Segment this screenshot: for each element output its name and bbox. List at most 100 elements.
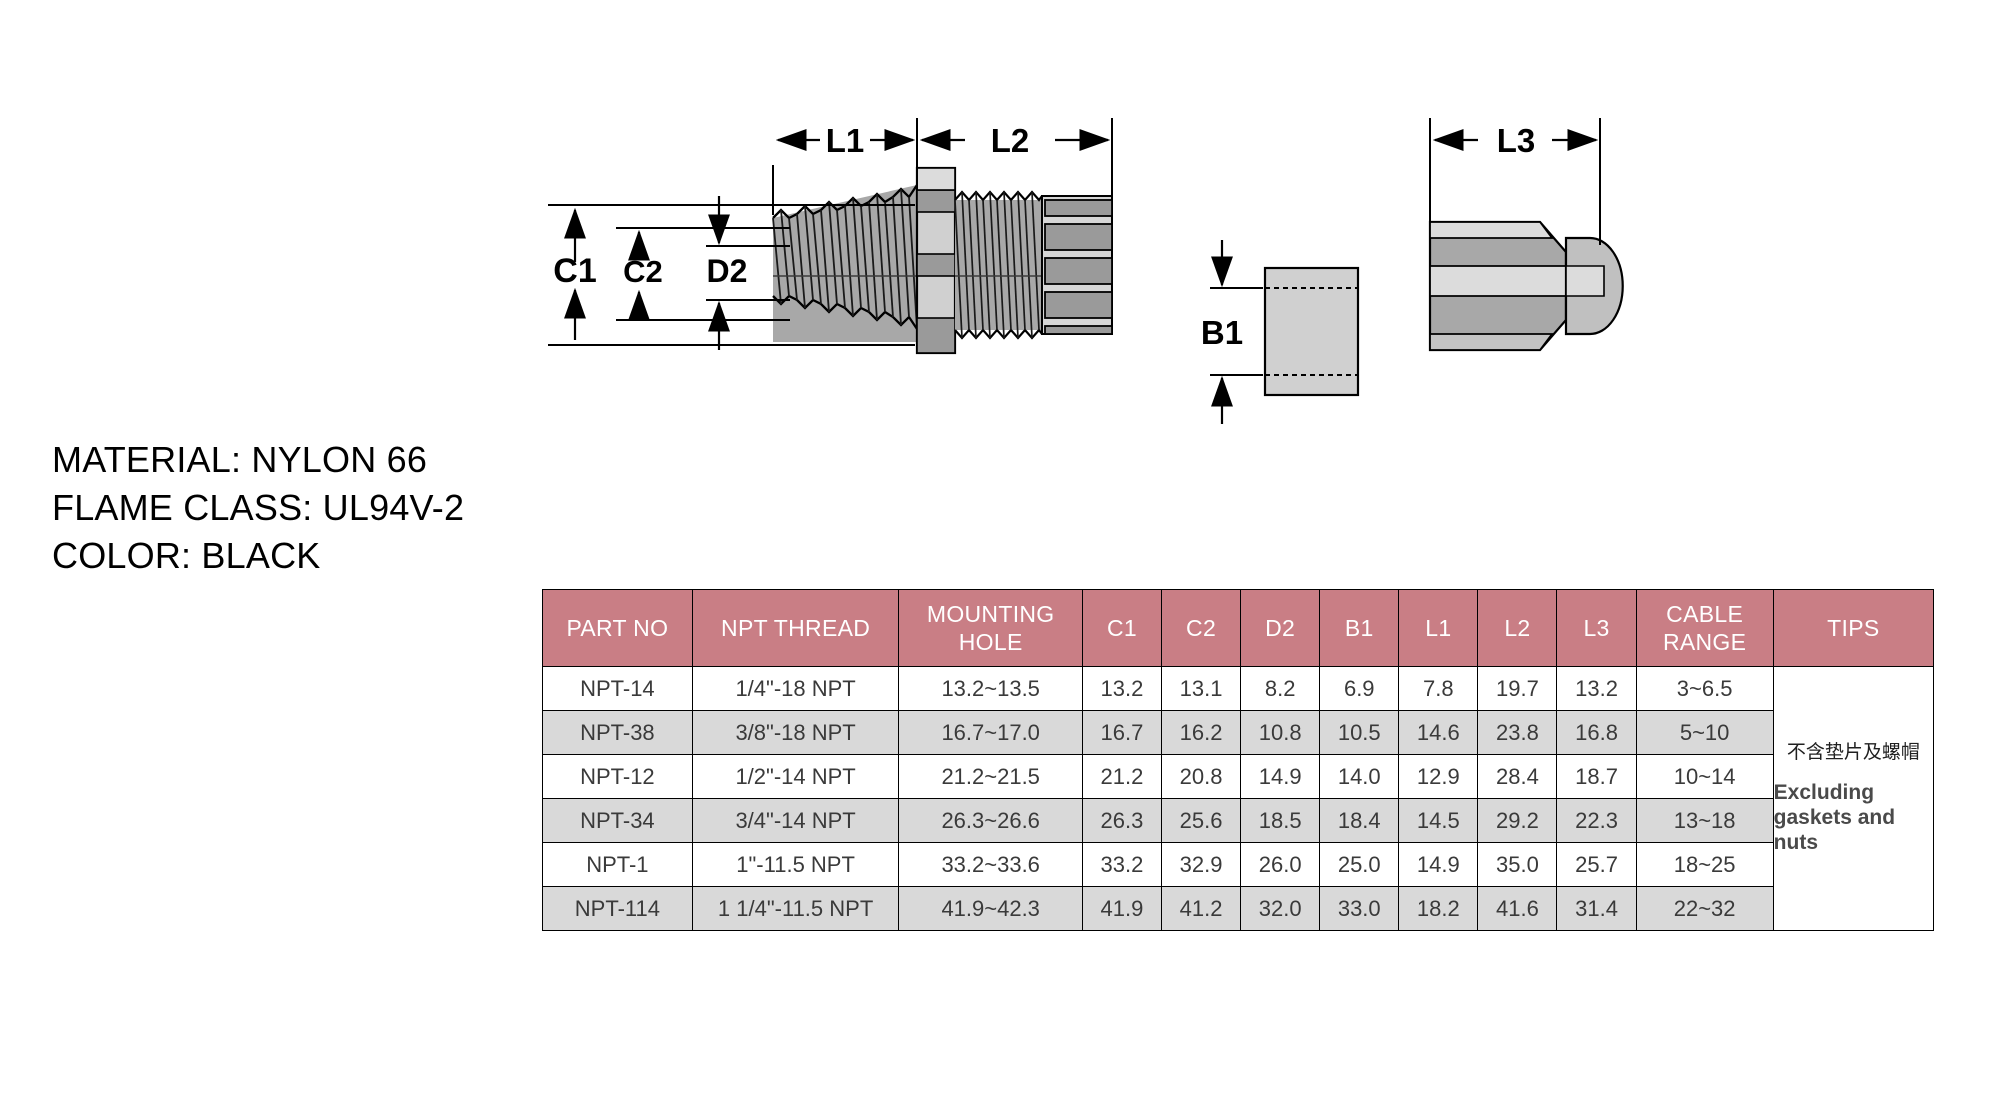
- cell-c2: 20.8: [1161, 754, 1242, 799]
- cell-cable-range: 5~10: [1635, 710, 1774, 755]
- cell-l2: 19.7: [1477, 666, 1558, 711]
- table-row: NPT-1 1"-11.5 NPT 33.2~33.6 33.2 32.9 26…: [542, 842, 1934, 887]
- cell-l3: 13.2: [1556, 666, 1637, 711]
- cell-npt-thread: 3/4"-14 NPT: [691, 798, 900, 843]
- cell-tips: 不含垫片及螺帽 Excluding gaskets and nuts: [1772, 666, 1935, 931]
- cell-c1: 13.2: [1081, 666, 1163, 711]
- cell-cable-range: 3~6.5: [1635, 666, 1774, 711]
- cell-part-no: NPT-12: [542, 754, 693, 799]
- cell-cable-range: 22~32: [1635, 886, 1774, 931]
- cell-mounting-hole: 16.7~17.0: [898, 710, 1083, 755]
- cell-c2: 32.9: [1161, 842, 1242, 887]
- cell-c2: 41.2: [1161, 886, 1242, 931]
- lock-nut: [1428, 220, 1624, 352]
- spec-line-color: COLOR: BLACK: [52, 535, 321, 576]
- cell-l3: 22.3: [1556, 798, 1637, 843]
- header-c1: C1: [1081, 589, 1163, 667]
- cell-l1: 18.2: [1398, 886, 1479, 931]
- cell-l1: 14.6: [1398, 710, 1479, 755]
- cell-cable-range: 13~18: [1635, 798, 1774, 843]
- cell-b1: 10.5: [1319, 710, 1400, 755]
- header-mounting-hole-line2: HOLE: [958, 629, 1023, 655]
- header-cable-range-line2: RANGE: [1662, 629, 1747, 655]
- cell-b1: 25.0: [1319, 842, 1400, 887]
- cell-c1: 21.2: [1081, 754, 1163, 799]
- dimension-label-b1: B1: [1201, 314, 1243, 351]
- cell-l2: 28.4: [1477, 754, 1558, 799]
- cell-c2: 13.1: [1161, 666, 1242, 711]
- gland-body-assembly: [772, 166, 1113, 355]
- header-part-no: PART NO: [542, 589, 693, 667]
- cell-b1: 18.4: [1319, 798, 1400, 843]
- cell-mounting-hole: 41.9~42.3: [898, 886, 1083, 931]
- table-row: NPT-114 1 1/4"-11.5 NPT 41.9~42.3 41.9 4…: [542, 886, 1934, 931]
- table-row: NPT-34 3/4"-14 NPT 26.3~26.6 26.3 25.6 1…: [542, 798, 1934, 843]
- spec-line-flame-class: FLAME CLASS: UL94V-2: [52, 487, 465, 528]
- cell-mounting-hole: 21.2~21.5: [898, 754, 1083, 799]
- header-l1: L1: [1398, 589, 1479, 667]
- dimension-label-l1: L1: [826, 122, 865, 159]
- cell-b1: 6.9: [1319, 666, 1400, 711]
- header-cable-range: CABLE RANGE: [1635, 589, 1774, 667]
- header-mounting-hole: MOUNTING HOLE: [898, 589, 1083, 667]
- cell-part-no: NPT-1: [542, 842, 693, 887]
- tips-chinese-text: 不含垫片及螺帽: [1786, 741, 1920, 764]
- cell-l2: 41.6: [1477, 886, 1558, 931]
- cell-l1: 14.9: [1398, 842, 1479, 887]
- header-b1: B1: [1319, 589, 1400, 667]
- cell-npt-thread: 3/8"-18 NPT: [691, 710, 900, 755]
- cell-b1: 33.0: [1319, 886, 1400, 931]
- tips-english-text: Excluding gaskets and nuts: [1773, 781, 1896, 854]
- cell-cable-range: 18~25: [1635, 842, 1774, 887]
- npt-thread-section: [772, 184, 918, 342]
- header-c2: C2: [1161, 589, 1242, 667]
- cell-c1: 26.3: [1081, 798, 1163, 843]
- dimension-label-d2: D2: [707, 253, 748, 289]
- cell-npt-thread: 1/4"-18 NPT: [691, 666, 900, 711]
- dimension-label-l3: L3: [1497, 122, 1536, 159]
- specification-table: PART NO NPT THREAD MOUNTING HOLE C1 C2 D…: [542, 589, 1935, 931]
- cell-d2: 14.9: [1240, 754, 1321, 799]
- table-row: NPT-12 1/2"-14 NPT 21.2~21.5 21.2 20.8 1…: [542, 754, 1934, 799]
- cell-part-no: NPT-34: [542, 798, 693, 843]
- cell-cable-range: 10~14: [1635, 754, 1774, 799]
- cell-d2: 8.2: [1240, 666, 1321, 711]
- header-cable-range-line1: CABLE: [1666, 601, 1744, 627]
- table-row: NPT-38 3/8"-18 NPT 16.7~17.0 16.7 16.2 1…: [542, 710, 1934, 755]
- cell-l3: 18.7: [1556, 754, 1637, 799]
- table-header-row: PART NO NPT THREAD MOUNTING HOLE C1 C2 D…: [542, 589, 1935, 667]
- cell-d2: 32.0: [1240, 886, 1321, 931]
- cell-npt-thread: 1"-11.5 NPT: [691, 842, 900, 887]
- cell-l3: 16.8: [1556, 710, 1637, 755]
- specification-table-wrapper: PART NO NPT THREAD MOUNTING HOLE C1 C2 D…: [542, 589, 1935, 931]
- header-mounting-hole-line1: MOUNTING: [926, 601, 1055, 627]
- cell-c1: 33.2: [1081, 842, 1163, 887]
- header-tips: TIPS: [1772, 589, 1935, 667]
- knurled-grip-end: [1041, 195, 1113, 335]
- cell-l2: 23.8: [1477, 710, 1558, 755]
- cell-part-no: NPT-114: [542, 886, 693, 931]
- cell-d2: 10.8: [1240, 710, 1321, 755]
- cell-l2: 35.0: [1477, 842, 1558, 887]
- hex-flange: [915, 166, 957, 355]
- cell-l3: 25.7: [1556, 842, 1637, 887]
- cell-b1: 14.0: [1319, 754, 1400, 799]
- cell-l2: 29.2: [1477, 798, 1558, 843]
- dimension-b1: B1: [1201, 240, 1263, 424]
- cell-mounting-hole: 33.2~33.6: [898, 842, 1083, 887]
- cell-l1: 14.5: [1398, 798, 1479, 843]
- cell-l1: 12.9: [1398, 754, 1479, 799]
- cell-c2: 16.2: [1161, 710, 1242, 755]
- cell-mounting-hole: 13.2~13.5: [898, 666, 1083, 711]
- dimension-c2: C2: [616, 227, 790, 321]
- header-l2: L2: [1477, 589, 1558, 667]
- cell-part-no: NPT-14: [542, 666, 693, 711]
- dimension-label-c1: C1: [553, 252, 596, 290]
- material-spec-block: MATERIAL: NYLON 66 FLAME CLASS: UL94V-2 …: [52, 436, 464, 580]
- cell-c2: 25.6: [1161, 798, 1242, 843]
- cell-l1: 7.8: [1398, 666, 1479, 711]
- cell-npt-thread: 1/2"-14 NPT: [691, 754, 900, 799]
- dimension-label-c2: C2: [623, 254, 663, 289]
- cell-npt-thread: 1 1/4"-11.5 NPT: [691, 886, 900, 931]
- cell-d2: 18.5: [1240, 798, 1321, 843]
